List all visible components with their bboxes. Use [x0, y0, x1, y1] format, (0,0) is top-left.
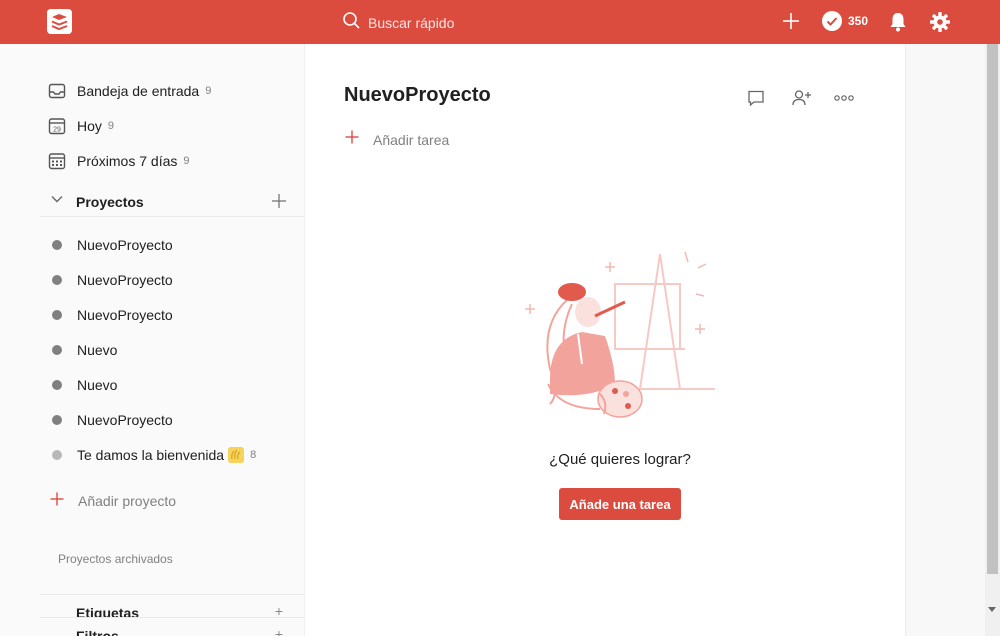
nav-next7[interactable]: Próximos 7 días 9 — [48, 150, 190, 172]
comments-icon[interactable] — [746, 88, 766, 113]
nav-today-label: Hoy — [77, 118, 102, 134]
project-item[interactable]: NuevoProyecto — [52, 409, 173, 431]
share-add-person-icon[interactable] — [791, 88, 813, 113]
project-item[interactable]: NuevoProyecto — [52, 304, 173, 326]
more-options-icon[interactable] — [833, 88, 855, 113]
add-task-label: Añadir tarea — [373, 131, 450, 148]
project-color-dot — [52, 450, 62, 460]
project-color-dot — [52, 380, 62, 390]
waving-hand-icon — [228, 447, 245, 463]
add-project-plus-icon[interactable] — [271, 193, 287, 214]
main-content: NuevoProyecto Añadir tarea ¿Qué quieres … — [305, 44, 905, 636]
sidebar: Bandeja de entrada 9 29 Hoy 9 Próximos 7… — [0, 44, 305, 636]
nav-inbox-label: Bandeja de entrada — [77, 83, 200, 99]
add-label-plus-icon[interactable]: + — [275, 603, 283, 618]
inbox-icon — [48, 82, 66, 100]
scrollbar[interactable] — [985, 44, 1000, 636]
project-color-dot — [52, 240, 62, 250]
filters-section-header[interactable]: Filtros + — [40, 617, 304, 636]
page-title: NuevoProyecto — [344, 84, 491, 106]
plus-icon — [345, 130, 359, 149]
karma-button[interactable]: 350 — [822, 11, 868, 31]
add-project-button[interactable]: Añadir proyecto — [50, 490, 176, 512]
add-project-label: Añadir proyecto — [78, 493, 177, 509]
chevron-down-icon[interactable] — [40, 192, 64, 211]
right-gutter — [905, 44, 985, 636]
scroll-down-arrow-icon[interactable] — [988, 607, 996, 612]
project-count: 8 — [250, 449, 257, 461]
nav-next7-count: 9 — [183, 155, 190, 167]
project-item[interactable]: NuevoProyecto — [52, 269, 173, 291]
top-bar: Buscar rápido 350 — [0, 0, 1000, 44]
project-label: Nuevo — [77, 377, 118, 393]
project-label: Te damos la bienvenida — [77, 447, 225, 463]
nav-today-count: 9 — [107, 120, 115, 132]
project-label: NuevoProyecto — [77, 272, 173, 288]
project-label: NuevoProyecto — [77, 307, 173, 323]
calendar-day-number: 29 — [53, 127, 61, 134]
archived-projects-link[interactable]: Proyectos archivados — [58, 552, 173, 566]
search-placeholder: Buscar rápido — [368, 15, 455, 31]
plus-icon — [50, 492, 64, 511]
calendar-today-icon: 29 — [48, 117, 66, 135]
nav-inbox[interactable]: Bandeja de entrada 9 — [48, 80, 211, 102]
empty-state-painter-illustration — [520, 244, 720, 429]
project-item[interactable]: NuevoProyecto — [52, 234, 173, 256]
project-item[interactable]: Nuevo — [52, 374, 117, 396]
calendar-week-icon — [48, 152, 66, 170]
scrollbar-thumb[interactable] — [987, 44, 998, 574]
project-color-dot — [52, 345, 62, 355]
project-label: NuevoProyecto — [77, 237, 173, 253]
add-task-button[interactable]: Añadir tarea — [345, 130, 449, 149]
nav-next7-label: Próximos 7 días — [77, 153, 178, 169]
project-color-dot — [52, 310, 62, 320]
add-task-cta-button[interactable]: Añade una tarea — [559, 488, 681, 520]
todoist-logo-icon[interactable] — [47, 9, 72, 34]
project-color-dot — [52, 415, 62, 425]
empty-state-question: ¿Qué quieres lograr? — [549, 451, 691, 468]
projects-header-label: Proyectos — [76, 193, 144, 210]
projects-section-header[interactable]: Proyectos — [40, 187, 304, 217]
notifications-bell-icon[interactable] — [888, 11, 908, 38]
project-color-dot — [52, 275, 62, 285]
project-label: Nuevo — [77, 342, 118, 358]
project-item[interactable]: Nuevo — [52, 339, 117, 361]
search-icon — [342, 11, 361, 35]
karma-count: 350 — [848, 14, 869, 28]
nav-inbox-count: 9 — [205, 85, 212, 97]
karma-check-icon — [822, 11, 842, 31]
settings-gear-icon[interactable] — [929, 11, 951, 38]
project-item-welcome[interactable]: Te damos la bienvenida 8 — [52, 444, 256, 466]
add-filter-plus-icon[interactable]: + — [275, 626, 283, 636]
project-label: NuevoProyecto — [77, 412, 173, 428]
add-task-plus-icon[interactable] — [781, 11, 801, 36]
labels-section-header[interactable]: Etiquetas + — [40, 594, 304, 618]
nav-today[interactable]: 29 Hoy 9 — [48, 115, 114, 137]
filters-header-label: Filtros — [76, 628, 119, 636]
quick-search[interactable]: Buscar rápido — [342, 12, 454, 34]
